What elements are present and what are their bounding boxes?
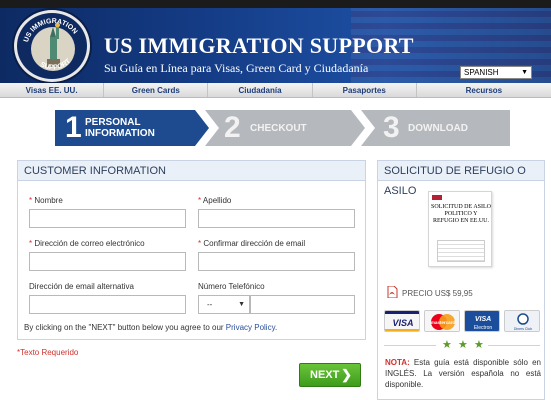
language-select-value: SPANISH — [464, 68, 499, 77]
phone-country-select[interactable]: -- ▼ — [198, 295, 250, 314]
agreement-text: By clicking on the "NEXT" button below y… — [24, 323, 278, 332]
required-text-note: *Texto Requerido — [17, 348, 79, 357]
mastercard-icon: mastercard — [424, 310, 460, 332]
nav-item-pasaportes[interactable]: Pasaportes — [313, 83, 417, 97]
price-label: PRECIO US$ 59,95 — [402, 289, 473, 298]
star-icon: ★ — [474, 339, 484, 351]
nav-item-visas[interactable]: Visas EE. UU. — [0, 83, 105, 97]
us-flag-icon — [432, 195, 442, 200]
step-2-number: 2 — [224, 111, 241, 144]
product-heading: SOLICITUD DE REFUGIO O ASILO — [378, 161, 544, 197]
step-1-number: 1 — [65, 111, 82, 144]
apellido-label: * Apellido — [198, 196, 232, 205]
privacy-policy-link[interactable]: Privacy Policy — [226, 323, 275, 332]
diners-club-icon: Diners Club — [504, 310, 540, 332]
pdf-icon — [387, 286, 398, 298]
confirm-email-input[interactable] — [198, 252, 355, 271]
confirm-email-label: * Confirmar dirección de email — [198, 239, 306, 248]
dropdown-arrow-icon: ▼ — [521, 69, 528, 76]
apellido-input[interactable] — [198, 209, 355, 228]
note-label: NOTA: — [385, 358, 410, 367]
guide-cover-form — [437, 240, 485, 262]
step-download: 3 DOWNLOAD — [377, 110, 507, 146]
visa-electron-icon: VISA Electron — [464, 310, 500, 332]
svg-text:Diners Club: Diners Club — [514, 327, 532, 331]
nav-item-recursos[interactable]: Recursos — [417, 83, 551, 97]
guide-cover-image: SOLICITUD DE ASILO POLITICO Y REFUGIO EN… — [428, 191, 492, 267]
step-checkout: 2 CHECKOUT — [220, 110, 360, 146]
telefono-label: Número Telefónico — [198, 282, 265, 291]
svg-text:VISA: VISA — [392, 318, 413, 328]
top-bar — [0, 0, 551, 8]
checkout-steps: 1 PERSONAL INFORMATION 2 CHECKOUT 3 DOWN… — [55, 110, 510, 146]
email-input[interactable] — [29, 252, 186, 271]
statue-of-liberty-icon: US IMMIGRATION SUPPORT — [23, 18, 78, 72]
step-1-label-line1: PERSONAL — [85, 117, 141, 128]
svg-text:Electron: Electron — [474, 325, 493, 331]
guide-cover-title: SOLICITUD DE ASILO POLITICO Y REFUGIO EN… — [431, 204, 491, 224]
divider — [384, 345, 436, 346]
step-2-label: CHECKOUT — [250, 123, 307, 134]
svg-text:VISA: VISA — [475, 316, 491, 323]
product-panel: SOLICITUD DE REFUGIO O ASILO SOLICITUD D… — [377, 160, 545, 400]
site-title: US IMMIGRATION SUPPORT — [104, 33, 414, 58]
step-personal-information: 1 PERSONAL INFORMATION — [55, 110, 205, 146]
svg-text:mastercard: mastercard — [431, 320, 456, 325]
step-3-number: 3 — [383, 111, 400, 144]
nav-item-ciudadania[interactable]: Ciudadanía — [208, 83, 313, 97]
main-nav: Visas EE. UU. Green Cards Ciudadanía Pas… — [0, 83, 551, 98]
phone-number-input[interactable] — [250, 295, 355, 314]
customer-information-panel: CUSTOMER INFORMATION * Nombre * Apellido… — [17, 160, 366, 340]
step-3-label: DOWNLOAD — [408, 123, 468, 134]
star-icon: ★ — [442, 339, 452, 351]
dropdown-arrow-icon: ▼ — [238, 301, 245, 308]
chevron-right-icon: ❯ — [341, 367, 352, 382]
site-subtitle: Su Guía en Línea para Visas, Green Card … — [104, 61, 369, 75]
site-logo[interactable]: US IMMIGRATION SUPPORT — [14, 10, 90, 82]
language-select[interactable]: SPANISH ▼ — [460, 66, 532, 79]
next-button[interactable]: NEXT ❯ — [299, 363, 361, 387]
visa-card-icon: VISA — [384, 310, 420, 332]
rating-stars: ★ ★ ★ — [384, 339, 540, 351]
divider — [488, 345, 540, 346]
customer-information-heading: CUSTOMER INFORMATION — [18, 161, 365, 181]
email-label: * Dirección de correo electrónico — [29, 239, 145, 248]
nombre-input[interactable] — [29, 209, 186, 228]
nombre-label: * Nombre — [29, 196, 63, 205]
availability-note: NOTA: Esta guía está disponible sólo en … — [385, 357, 541, 390]
nav-item-green-cards[interactable]: Green Cards — [104, 83, 209, 97]
alt-email-input[interactable] — [29, 295, 186, 314]
step-1-label-line2: INFORMATION — [85, 128, 155, 139]
alt-email-label: Dirección de email alternativa — [29, 282, 134, 291]
site-header: US IMMIGRATION SUPPORT US IMMIGRATION SU… — [0, 8, 551, 83]
star-icon: ★ — [458, 339, 468, 351]
